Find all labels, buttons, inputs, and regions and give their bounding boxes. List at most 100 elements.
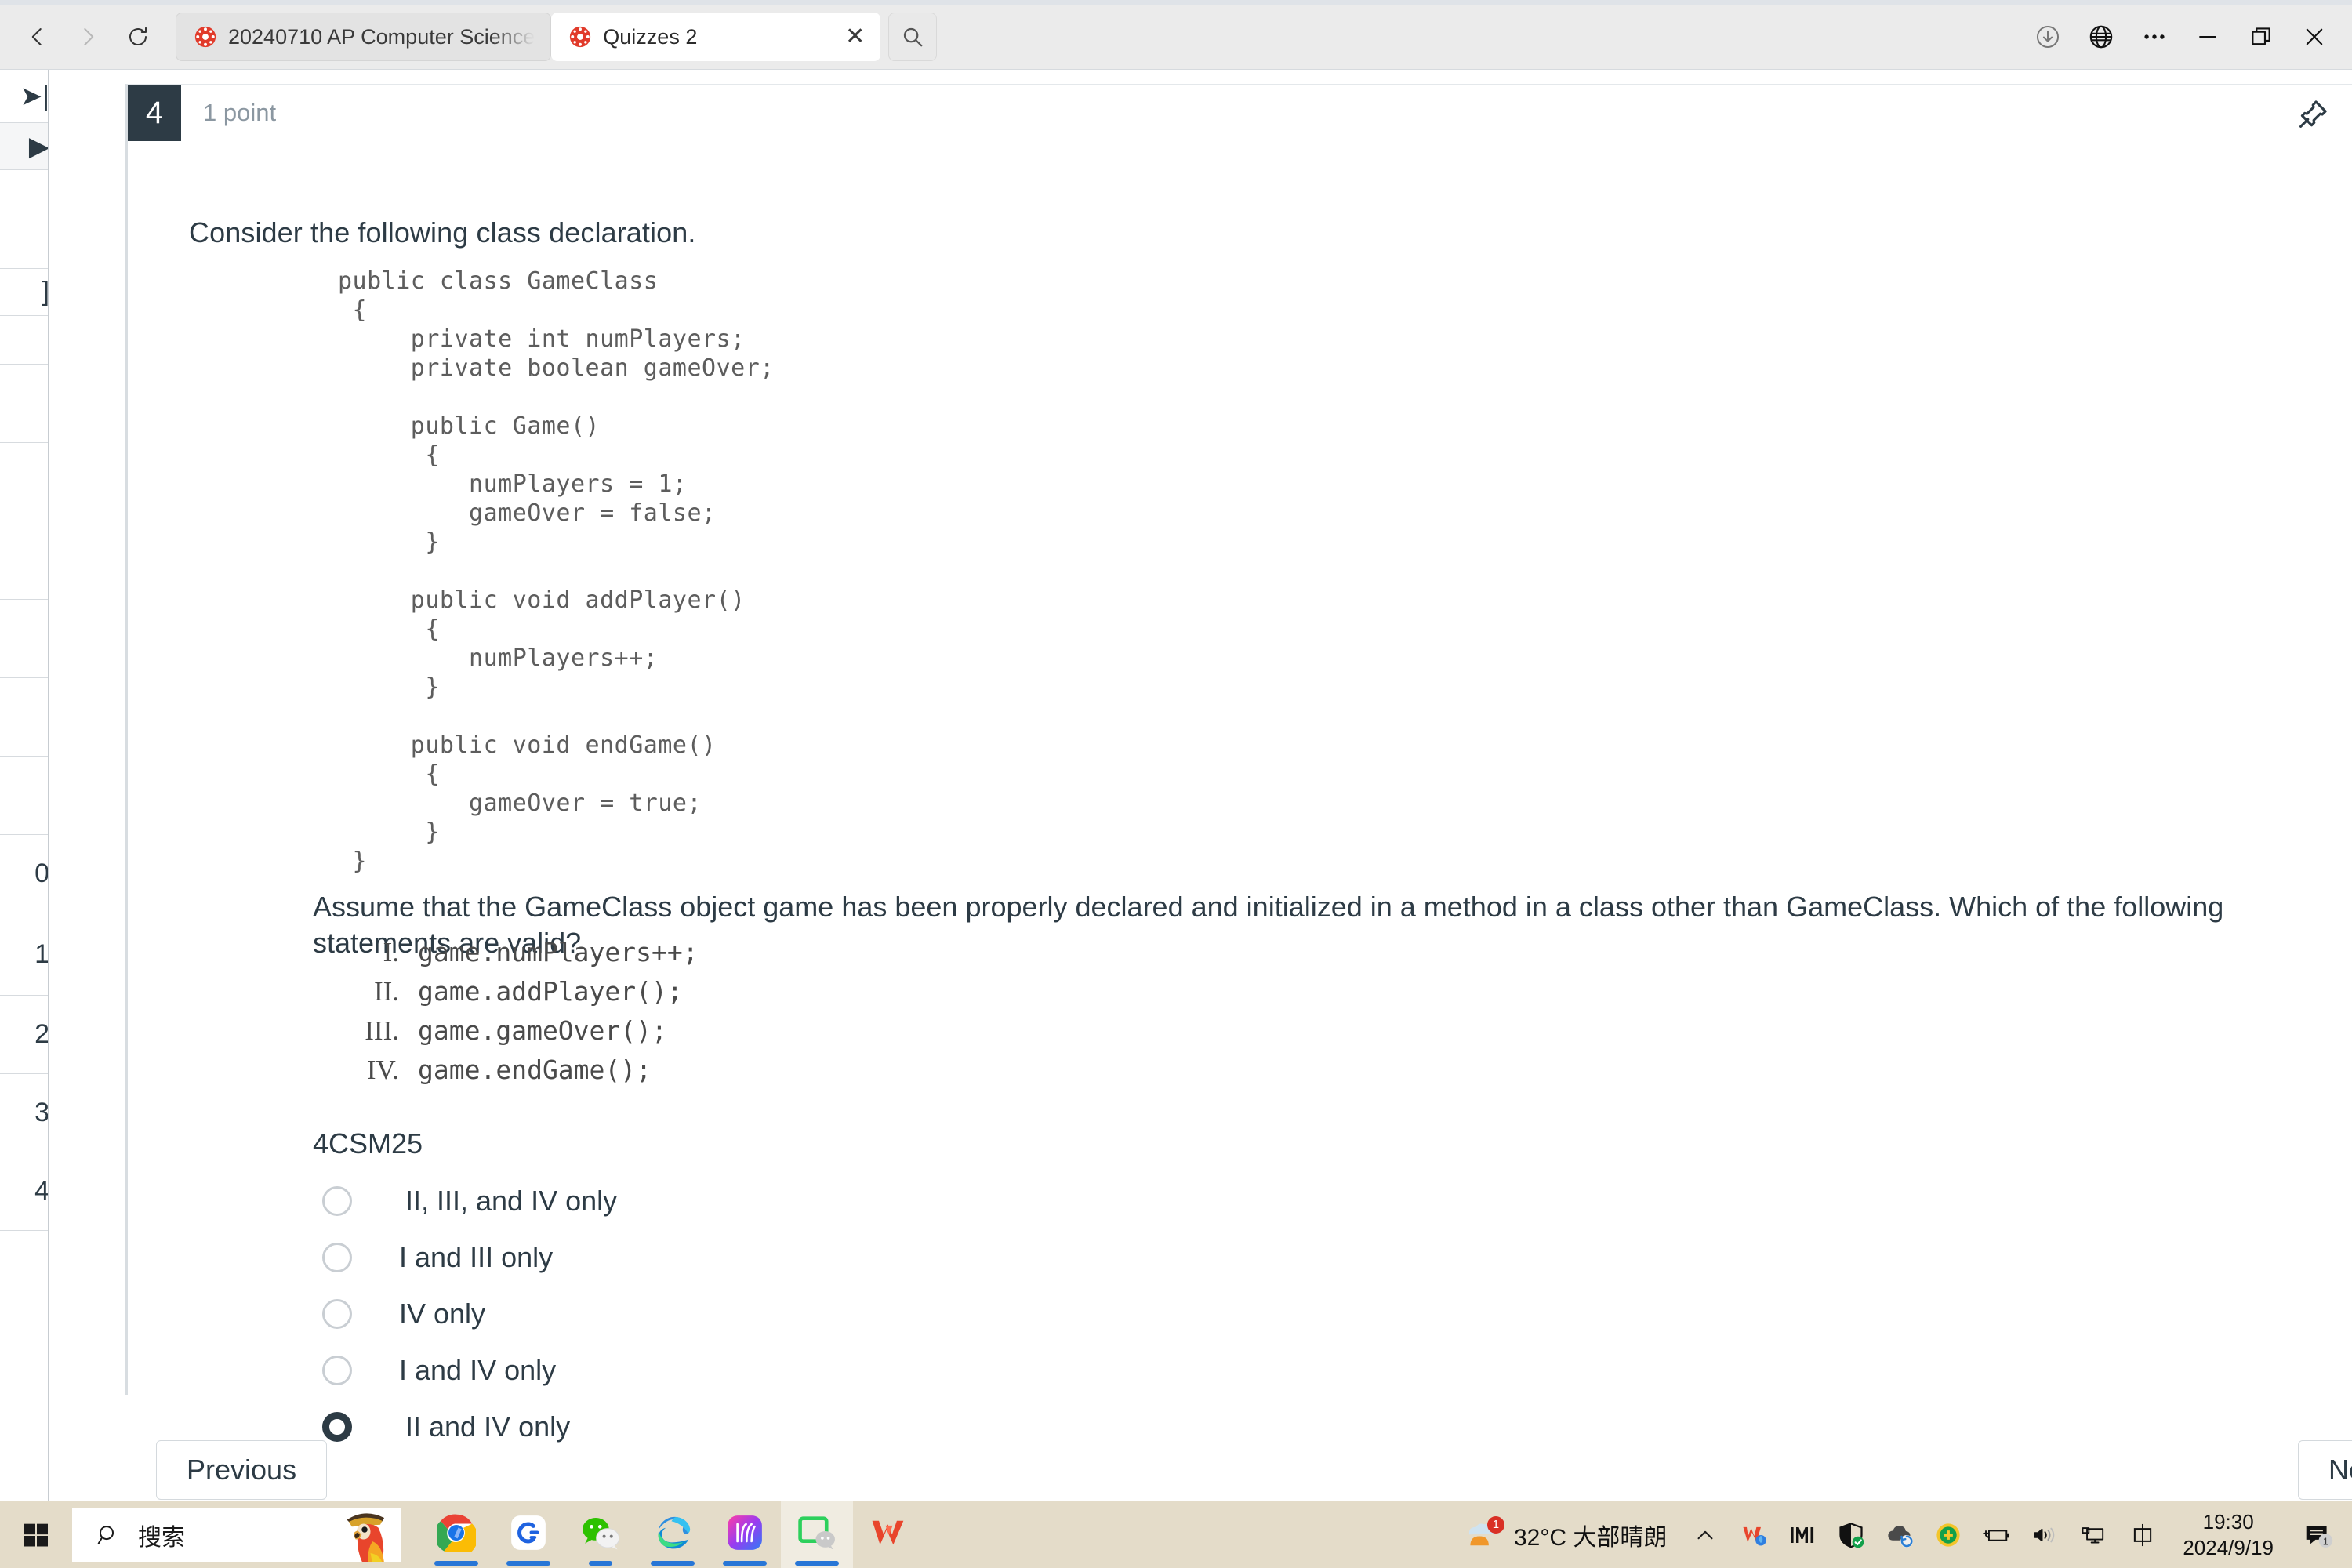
sidebar-row-9[interactable] [0,600,48,678]
sidebar-row-10[interactable] [0,678,48,757]
downloads-icon [2036,25,2060,49]
taskbar-clock[interactable]: 19:30 2024/9/19 [2167,1501,2289,1568]
taskbar-app-sogou-input-icon[interactable] [492,1501,564,1568]
answer-option-1[interactable]: I and III only [313,1229,1567,1286]
sidebar-row-6[interactable] [0,365,48,443]
taskbar-app-wps-office-icon[interactable] [853,1501,925,1568]
chrome-icon [434,1513,478,1558]
radio-button[interactable] [322,1299,352,1329]
sidebar-row-16[interactable]: 4 [0,1152,48,1231]
sidebar-row-4[interactable]: ] [0,269,48,316]
volume-button[interactable] [2021,1501,2070,1568]
close-button[interactable] [2288,13,2341,61]
windows-defender-button[interactable] [1827,1501,1875,1568]
taskbar-app-wechat-devtools-icon[interactable] [781,1501,853,1568]
taskbar-app-wechat-icon[interactable] [564,1501,637,1568]
imi-tray-button[interactable] [1778,1501,1827,1568]
sync-icon [1888,1525,1914,1548]
answer-option-0[interactable]: II, III, and IV only [313,1173,1567,1229]
sidebar-row-12[interactable]: 0 [0,835,48,913]
app-running-indicator [506,1561,550,1566]
app-running-indicator [723,1561,767,1566]
question-header: 4 1 point [128,85,2352,141]
downloads-button[interactable] [2021,13,2074,61]
radio-button[interactable] [322,1186,352,1216]
clock-time: 19:30 [2202,1509,2254,1534]
update-button[interactable] [1924,1501,1973,1568]
tab-close-button[interactable]: ✕ [831,25,865,49]
globe-icon [2089,25,2113,49]
page-viewport: ➤| ▶] 0 1 2 3 4 4 1 point Consider the followi… [0,69,2352,1502]
weather-widget[interactable]: 1 32°C 大部晴朗 [1451,1501,1681,1568]
tab-0[interactable]: 20240710 AP Computer Science [176,13,552,61]
system-tray: 1 32°C 大部晴朗 19:30 2024/9/19 1 [1451,1501,2352,1568]
defender-shield-icon [1839,1522,1864,1548]
statement-numeral: II. [373,976,399,1007]
sidebar-row-2[interactable] [0,170,48,220]
taskbar-app-chrome-icon[interactable] [420,1501,492,1568]
question-prompt: Consider the following class declaration… [189,216,696,249]
radio-button[interactable] [322,1356,352,1385]
volume-icon [2034,1527,2055,1542]
more-menu-button[interactable] [2128,13,2181,61]
sidebar-row-13[interactable]: 1 [0,913,48,996]
ime-button[interactable] [2118,1501,2167,1568]
forward-button[interactable] [64,13,111,60]
wps-tray-button[interactable] [1730,1501,1778,1568]
flag-question-button[interactable] [2289,91,2336,138]
pushpin-icon [2299,100,2327,128]
sidebar-row-11[interactable] [0,757,48,835]
network-button[interactable] [2070,1501,2118,1568]
answer-option-label: I and III only [399,1241,554,1273]
quiz-content: 4 1 point Consider the following class d… [125,70,2352,1502]
sync-status-button[interactable] [1875,1501,1924,1568]
sidebar-row-0[interactable]: ➤| [0,70,48,123]
sidebar-row-14[interactable]: 2 [0,996,48,1074]
next-button[interactable]: Next [2298,1440,2352,1500]
sidebar-row-label: 4 [34,1176,48,1207]
imi-tray-icon [1791,1526,1814,1543]
app-running-indicator [434,1561,478,1566]
sidebar-row-7[interactable] [0,443,48,521]
browser-window: 20240710 AP Computer Science Quizzes 2 ✕ [0,0,2352,1502]
taskbar-app-xiaohongshu-icon[interactable] [709,1501,781,1568]
statement-row: II. game.addPlayer(); [324,972,699,1011]
minimize-button[interactable] [2181,13,2234,61]
statement-numeral: IV. [366,1054,399,1085]
window-controls [2021,13,2352,61]
sidebar-row-5[interactable] [0,316,48,365]
notification-icon: 1 [2306,1525,2333,1548]
notifications-button[interactable]: 1 [2289,1501,2347,1568]
radio-button[interactable] [322,1243,352,1272]
taskbar-app-edge-icon[interactable] [637,1501,709,1568]
app-running-indicator [589,1561,612,1566]
weather-badge: 1 [1486,1515,1504,1534]
tab-search-button[interactable] [888,13,938,61]
sidebar-spacer [49,70,125,1502]
sidebar-row-15[interactable]: 3 [0,1074,48,1152]
answer-option-label: II, III, and IV only [405,1185,618,1217]
tab-1[interactable]: Quizzes 2 ✕ [551,13,881,61]
sidebar-row-1[interactable]: ▶ [0,123,48,170]
sidebar-row-8[interactable] [0,521,48,600]
sidebar-row-3[interactable] [0,220,48,269]
previous-button[interactable]: Previous [156,1440,328,1500]
sidebar-row-label: ] [42,277,48,307]
statement-list: I. game.numPlayers++; II. game.addPlayer();… [324,933,699,1090]
restore-button[interactable] [2234,13,2288,61]
quiz-question-sidebar[interactable]: ➤| ▶] 0 1 2 3 4 [0,70,49,1502]
show-hidden-icons-button[interactable] [1681,1501,1730,1568]
reload-icon [129,27,147,46]
reload-button[interactable] [114,13,162,60]
translate-button[interactable] [2074,13,2128,61]
wechat-devtools-icon [797,1513,837,1556]
battery-button[interactable] [1973,1501,2021,1568]
answer-option-2[interactable]: IV only [313,1286,1567,1342]
start-button[interactable] [0,1501,72,1568]
taskbar-search[interactable]: 搜索 [72,1508,401,1562]
question-number: 4 [128,85,181,141]
back-button[interactable] [14,13,61,60]
question-card: 4 1 point Consider the following class d… [125,84,2352,1500]
answer-code-label: 4CSM25 [313,1127,423,1160]
answer-option-3[interactable]: I and IV only [313,1342,1567,1399]
